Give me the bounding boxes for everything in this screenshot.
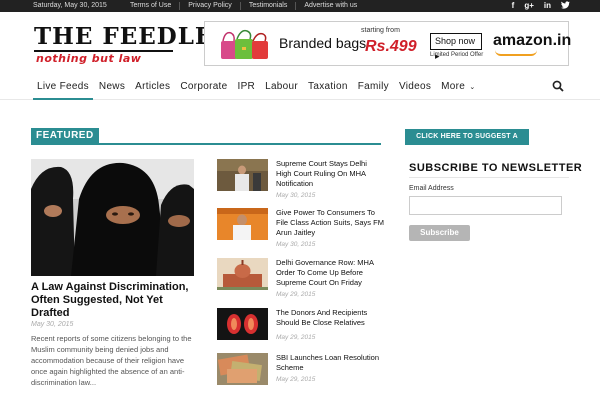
main-article-excerpt: Recent reports of some citizens belongin… [31,334,192,387]
logo-title: THE FEEDLEX [34,23,233,50]
logo-tagline: nothing but law [36,52,142,65]
email-label: Email Address [409,185,454,192]
shop-now-label: Shop now [435,36,476,46]
article-thumbnail [217,308,268,340]
main-article-image[interactable] [31,159,194,276]
advertise-link[interactable]: Advertise with us [304,2,357,10]
article-thumbnail [217,159,268,191]
amazon-smile-icon [495,50,537,56]
list-item[interactable]: Give Power To Consumers To File Class Ac… [217,208,384,252]
ad-price: Rs.499 [365,38,417,55]
nav-item-corporate[interactable]: Corporate [176,74,231,100]
article-title[interactable]: Supreme Court Stays Delhi High Court Rul… [276,159,384,189]
twitter-icon[interactable] [561,1,570,11]
article-date: May 30, 2015 [276,241,316,248]
list-item[interactable]: Delhi Governance Row: MHA Order To Come … [217,258,382,302]
facebook-icon[interactable]: f [512,1,515,11]
article-date: May 30, 2015 [276,192,316,199]
testimonials-link[interactable]: Testimonials [249,2,288,10]
article-thumbnail [217,258,268,290]
nav-more-label: More [441,81,466,92]
list-item[interactable]: Supreme Court Stays Delhi High Court Rul… [217,159,382,203]
article-title[interactable]: Give Power To Consumers To File Class Ac… [276,208,384,238]
top-links: Terms of Use Privacy Policy Testimonials… [130,2,357,10]
article-title[interactable]: SBI Launches Loan Resolution Scheme [276,353,384,373]
email-field[interactable] [409,196,562,215]
list-item[interactable]: The Donors And Recipients Should Be Clos… [217,308,382,352]
ad-offer-text: Limited Period Offer [430,52,484,58]
site-logo[interactable]: THE FEEDLEX nothing but law [34,24,231,65]
chevron-down-icon: ⌄ [467,84,476,91]
nav-item-taxation[interactable]: Taxation [304,74,352,100]
nav-item-labour[interactable]: Labour [261,74,302,100]
nav-item-live-feeds[interactable]: Live Feeds [33,74,93,100]
article-title[interactable]: Delhi Governance Row: MHA Order To Come … [276,258,384,288]
suggest-story-button[interactable]: CLICK HERE TO SUGGEST A STORY [405,129,529,156]
nav-item-videos[interactable]: Videos [395,74,435,100]
nav-item-ipr[interactable]: IPR [234,74,260,100]
ad-banner[interactable]: Branded bags starting from Rs.499 Shop n… [204,21,572,66]
nav-item-news[interactable]: News [95,74,129,100]
featured-header: FEATURED [31,128,381,145]
main-nav: Live Feeds News Articles Corporate IPR L… [0,74,600,100]
linkedin-icon[interactable]: in [544,1,551,11]
article-thumbnail [217,208,268,240]
top-bar: Saturday, May 30, 2015 Terms of Use Priv… [0,0,600,12]
nav-items: Live Feeds News Articles Corporate IPR L… [33,74,482,100]
article-thumbnail [217,353,268,385]
handbags-image [221,29,268,59]
google-plus-icon[interactable]: g+ [524,1,534,11]
ad-starting-from: starting from [361,27,400,34]
divider [239,2,241,10]
featured-label: FEATURED [31,128,99,143]
current-date: Saturday, May 30, 2015 [33,2,107,9]
ad-brand-text: Branded bags [279,35,367,51]
privacy-policy-link[interactable]: Privacy Policy [188,2,232,10]
main-article-date: May 30, 2015 [31,321,74,328]
nav-item-more[interactable]: More ⌄ [437,74,479,100]
divider [295,2,297,10]
amazon-logo: amazon.in [493,32,572,49]
divider [409,177,569,178]
subscribe-button[interactable]: Subscribe [409,225,470,241]
list-item[interactable]: SBI Launches Loan Resolution Scheme May … [217,353,382,397]
article-date: May 29, 2015 [276,334,316,341]
shop-now-button[interactable]: Shop now ▸ [430,33,482,61]
article-date: May 29, 2015 [276,376,316,383]
divider [179,2,181,10]
search-icon[interactable] [552,80,564,92]
article-date: May 29, 2015 [276,291,316,298]
terms-of-use-link[interactable]: Terms of Use [130,2,171,10]
nav-item-articles[interactable]: Articles [131,74,174,100]
nav-item-family[interactable]: Family [354,74,393,100]
main-article-title[interactable]: A Law Against Discrimination, Often Sugg… [31,281,201,320]
article-title[interactable]: The Donors And Recipients Should Be Clos… [276,308,384,328]
newsletter-title: SUBSCRIBE TO NEWSLETTER [409,162,583,174]
social-links: f g+ in [512,1,570,11]
